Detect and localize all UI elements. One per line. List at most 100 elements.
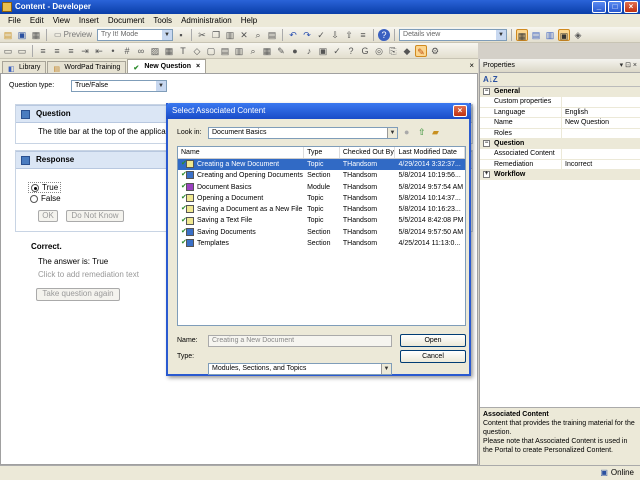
property-row[interactable]: Name New Question	[480, 118, 640, 129]
help-icon[interactable]: ?	[378, 28, 391, 41]
property-row[interactable]: Remediation Incorrect	[480, 159, 640, 170]
property-row[interactable]: Language English	[480, 107, 640, 118]
properties-pane-icon[interactable]: ▣	[558, 28, 571, 41]
assessment-icon[interactable]: ✓	[331, 45, 343, 57]
align-center-icon[interactable]: ≡	[51, 45, 63, 57]
find-icon[interactable]: ⌕	[252, 29, 264, 41]
numbering-icon[interactable]: #	[121, 45, 133, 57]
menu-tools[interactable]: Tools	[153, 16, 172, 25]
category-question[interactable]: − Question	[480, 139, 640, 149]
table-icon[interactable]: ▦	[163, 45, 175, 57]
close-document-icon[interactable]: ×	[469, 61, 474, 70]
list-item[interactable]: ✔ Saving Documents Section THandsom 5/8/2014…	[178, 227, 465, 238]
tools-icon[interactable]: ⚙	[429, 45, 441, 57]
category-workflow[interactable]: + Workflow	[480, 170, 640, 180]
attachment-icon[interactable]: ⎘	[387, 45, 399, 57]
sound-icon[interactable]: ♪	[303, 45, 315, 57]
expand-icon[interactable]: +	[483, 171, 490, 178]
tab-library[interactable]: ◧ Library	[2, 61, 47, 73]
outdent-icon[interactable]: ⇤	[93, 45, 105, 57]
link-icon[interactable]: ∞	[135, 45, 147, 57]
broadcast-icon[interactable]: ◈	[572, 29, 584, 41]
collapse-icon[interactable]: −	[483, 88, 490, 95]
tab-new-question[interactable]: ✔ New Question ×	[127, 59, 207, 73]
list-view-icon[interactable]: ▥	[544, 29, 556, 41]
zoom-icon[interactable]: ⌕	[247, 45, 259, 57]
menu-help[interactable]: Help	[241, 16, 257, 25]
bullets-icon[interactable]: •	[107, 45, 119, 57]
list-item[interactable]: ✔ Saving a Text File Topic THandsom 5/5/2014…	[178, 215, 465, 226]
question-type-select[interactable]: True/False ▼	[71, 80, 167, 92]
menu-view[interactable]: View	[53, 16, 70, 25]
close-tab-icon[interactable]: ×	[196, 61, 200, 72]
paste-icon[interactable]: ▥	[224, 29, 236, 41]
preview-button[interactable]: ▭ Preview	[51, 29, 95, 41]
glossary-icon[interactable]: G	[359, 45, 371, 57]
list-item[interactable]: ✔ Opening a Document Topic THandsom 5/8/2014…	[178, 193, 465, 204]
type-select[interactable]: Modules, Sections, and Topics ▼	[208, 363, 392, 375]
menu-edit[interactable]: Edit	[30, 16, 44, 25]
category-general[interactable]: − General	[480, 87, 640, 97]
image-icon[interactable]: ▨	[149, 45, 161, 57]
pane-close-icon[interactable]: ▾ ⊡ ×	[620, 59, 637, 73]
open-folder-icon[interactable]: ▤	[2, 29, 14, 41]
radio-false[interactable]	[30, 194, 38, 203]
menu-document[interactable]: Document	[108, 16, 144, 25]
redo-icon[interactable]: ↷	[301, 29, 313, 41]
note-icon[interactable]: ✎	[275, 45, 287, 57]
option-true[interactable]: True	[28, 182, 62, 193]
layout-icon[interactable]: ▦	[516, 28, 529, 41]
question-icon[interactable]: ?	[345, 45, 357, 57]
arrange-icon[interactable]: ▥	[233, 45, 245, 57]
delete-icon[interactable]: ✕	[238, 29, 250, 41]
column-name[interactable]: Name	[178, 147, 305, 158]
up-folder-icon[interactable]: ⇧	[418, 127, 426, 138]
view-combo[interactable]: Details view ▼	[399, 28, 508, 41]
align-left-icon[interactable]: ≡	[37, 45, 49, 57]
cut-icon[interactable]: ✂	[196, 29, 208, 41]
option-false[interactable]: False	[30, 194, 61, 203]
radio-true[interactable]	[31, 183, 39, 192]
publish-icon[interactable]: ▪	[175, 29, 187, 41]
back-icon[interactable]: ●	[404, 127, 409, 137]
list-item[interactable]: ✔ Saving a Document as a New File Topic THa…	[178, 204, 465, 215]
property-row[interactable]: Custom properties	[480, 97, 640, 108]
check-in-icon[interactable]: ⇩	[329, 29, 341, 41]
save-icon[interactable]: ▣	[16, 29, 28, 41]
list-item[interactable]: ✔ Creating a New Document Topic THandsom 4/2…	[178, 159, 465, 171]
do-not-know-button[interactable]: Do Not Know	[66, 210, 124, 222]
sort-icon[interactable]: ≡	[357, 29, 369, 41]
menu-file[interactable]: File	[8, 16, 21, 25]
record-icon[interactable]: ●	[289, 45, 301, 57]
name-field[interactable]: Creating a New Document	[208, 335, 392, 347]
undo-icon[interactable]: ↶	[287, 29, 299, 41]
print-icon[interactable]: ▦	[30, 29, 42, 41]
ok-button[interactable]: OK	[38, 210, 58, 222]
minimize-button[interactable]: _	[592, 1, 606, 13]
maximize-button[interactable]: □	[608, 1, 622, 13]
tag-icon[interactable]: ◆	[401, 45, 413, 57]
web-page-icon[interactable]: ◎	[373, 45, 385, 57]
properties-icon[interactable]: ▤	[266, 29, 278, 41]
property-row[interactable]: Associated Content	[480, 149, 640, 160]
edit-pencil-icon[interactable]: ✎	[415, 44, 427, 57]
cancel-button[interactable]: Cancel	[400, 350, 466, 363]
look-in-select[interactable]: Document Basics ▼	[208, 127, 398, 139]
tab-wordpad-training[interactable]: ▤ WordPad Training	[47, 61, 127, 73]
property-row[interactable]: Roles	[480, 128, 640, 139]
list-item[interactable]: ✔ Document Basics Module THandsom 5/8/2014 9…	[178, 182, 465, 193]
indent-icon[interactable]: ⇥	[79, 45, 91, 57]
mode-combo[interactable]: Try It! Mode ▼	[97, 28, 174, 41]
list-item[interactable]: ✔ Templates Section THandsom 4/25/2014 11:13…	[178, 238, 465, 249]
grid-icon[interactable]: ▦	[261, 45, 273, 57]
spell-check-icon[interactable]: ✓	[315, 29, 327, 41]
column-last-modified[interactable]: Last Modified Date	[395, 147, 465, 158]
dialog-close-button[interactable]: ×	[453, 105, 467, 117]
menu-insert[interactable]: Insert	[79, 16, 99, 25]
take-question-again-button[interactable]: Take question again	[36, 288, 120, 301]
list-item[interactable]: ✔ Creating and Opening Documents Section TH…	[178, 170, 465, 181]
outline-view-icon[interactable]: ▤	[530, 29, 542, 41]
menu-administration[interactable]: Administration	[181, 16, 232, 25]
insert-icon[interactable]: ▭	[16, 45, 28, 57]
group-icon[interactable]: ▢	[205, 45, 217, 57]
